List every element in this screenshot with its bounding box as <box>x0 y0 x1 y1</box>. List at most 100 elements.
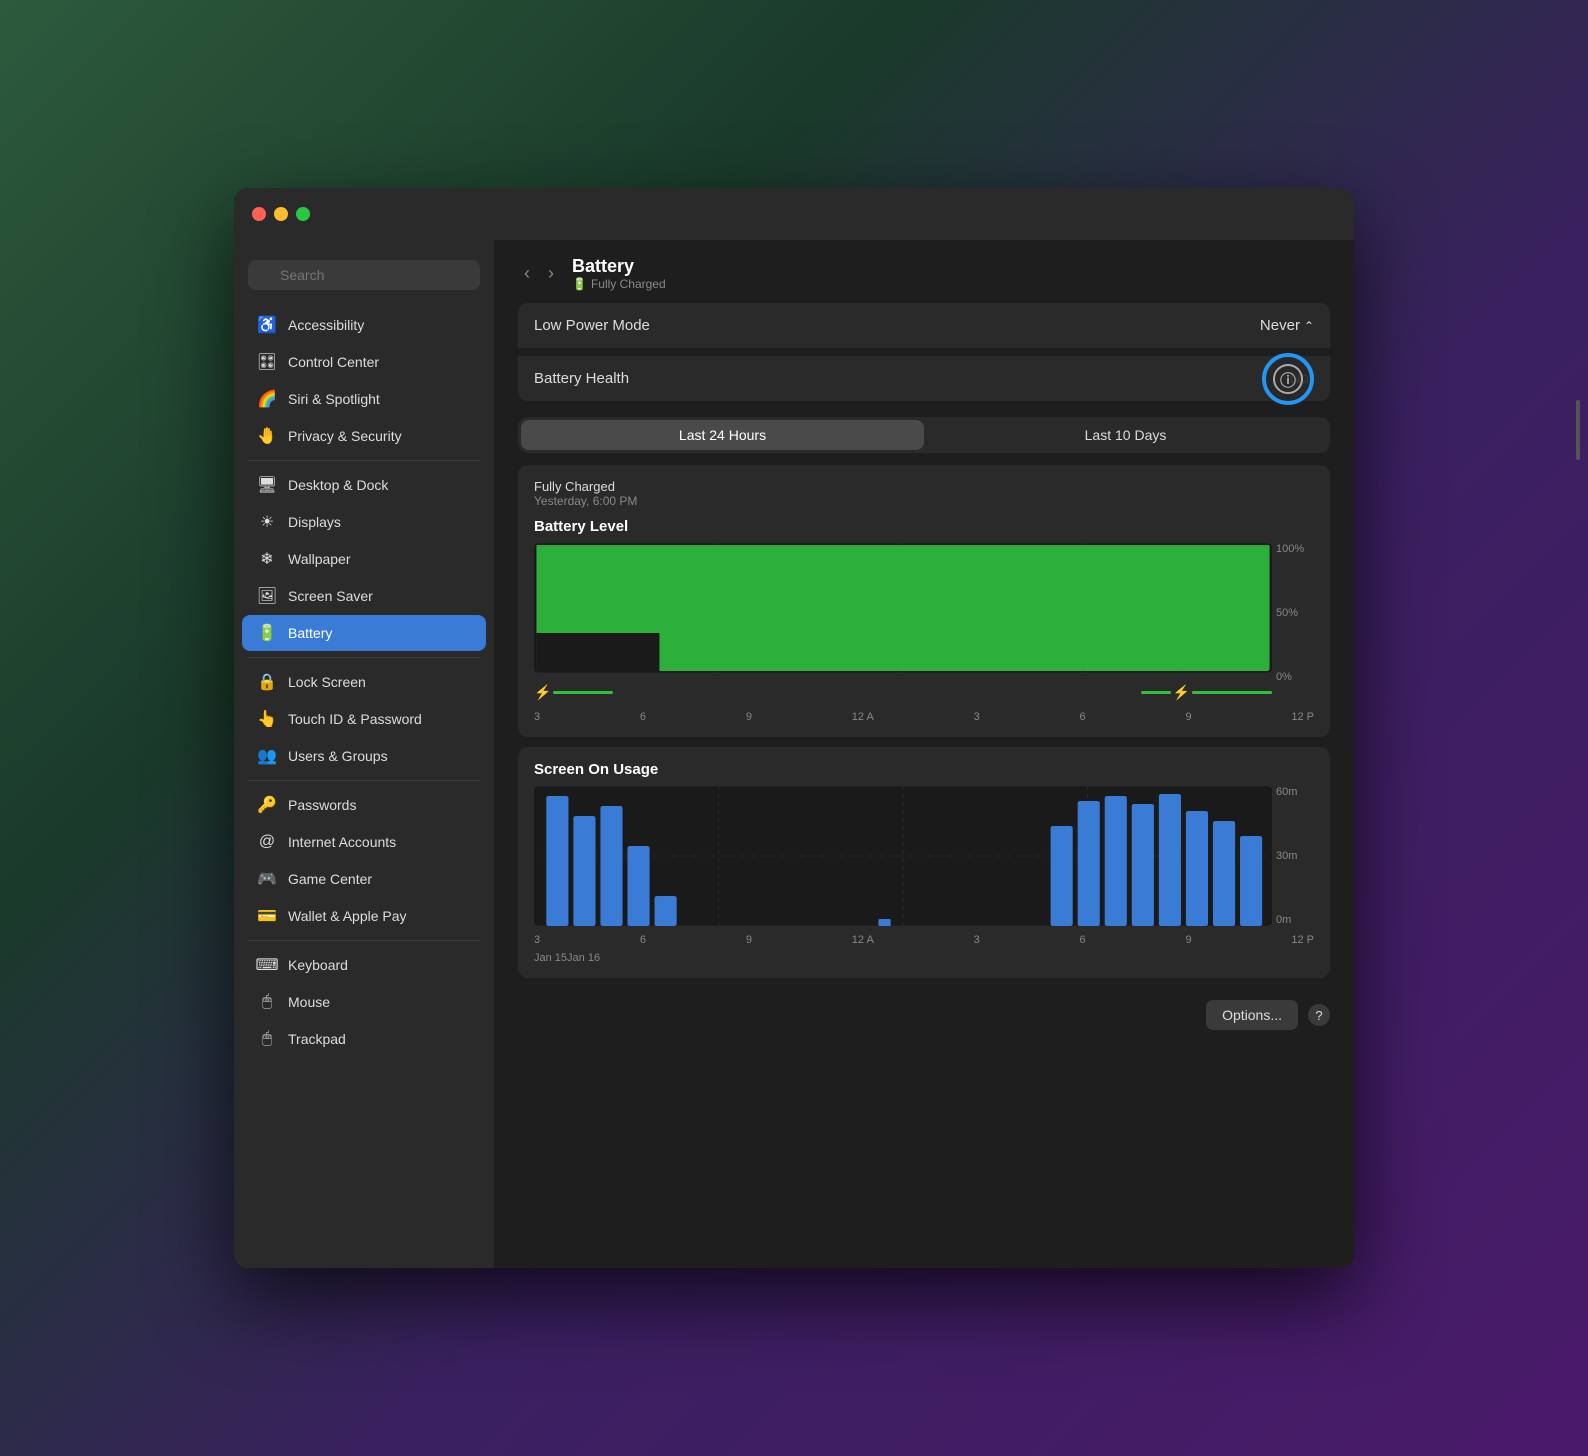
sidebar-item-internet-accounts[interactable]: @Internet Accounts <box>242 824 486 860</box>
sidebar-item-keyboard[interactable]: ⌨ Keyboard <box>242 947 486 983</box>
chevron-up-icon: ⌃ <box>1304 319 1314 333</box>
search-input[interactable] <box>248 260 480 290</box>
tab-last-24-hours[interactable]: Last 24 Hours <box>521 420 924 450</box>
maximize-button[interactable] <box>296 207 310 221</box>
sidebar-label-users-groups: Users & Groups <box>288 748 388 764</box>
sidebar-label-keyboard: Keyboard <box>288 957 348 973</box>
battery-y-labels: 100% 50% 0% <box>1276 543 1314 683</box>
sidebar-divider-after-wallet-pay <box>248 940 480 941</box>
screen-saver-icon: 🖼 <box>256 585 278 607</box>
charge-info-title: Fully Charged <box>534 479 1314 494</box>
close-button[interactable] <box>252 207 266 221</box>
sidebar-item-passwords[interactable]: 🔑Passwords <box>242 787 486 823</box>
users-groups-icon: 👥 <box>256 745 278 767</box>
help-button[interactable]: ? <box>1308 1004 1330 1026</box>
battery-level-chart-title: Battery Level <box>534 518 1314 535</box>
sidebar-item-trackpad[interactable]: 🖱 Trackpad <box>242 1021 486 1057</box>
screen-x-6a: 6 <box>640 934 646 946</box>
sidebar-item-game-center[interactable]: 🎮Game Center <box>242 861 486 897</box>
battery-health-label: Battery Health <box>534 370 629 387</box>
battery-x-9a: 9 <box>746 711 752 723</box>
sidebar-item-battery[interactable]: 🔋Battery <box>242 615 486 651</box>
battery-level-chart-section: Fully Charged Yesterday, 6:00 PM Battery… <box>518 465 1330 737</box>
low-power-mode-value-text: Never <box>1260 317 1300 334</box>
sidebar-item-wallpaper[interactable]: ❄Wallpaper <box>242 541 486 577</box>
charging-indicators: ⚡ ⚡ <box>534 684 1272 701</box>
battery-y-50: 50% <box>1276 607 1314 619</box>
battery-x-3a: 3 <box>534 711 540 723</box>
game-center-icon: 🎮 <box>256 868 278 890</box>
touch-id-icon: 👆 <box>256 708 278 730</box>
wallet-pay-icon: 💳 <box>256 905 278 927</box>
sidebar-label-touch-id: Touch ID & Password <box>288 711 422 727</box>
siri-spotlight-icon: 🌈 <box>256 388 278 410</box>
sidebar-item-lock-screen[interactable]: 🔒Lock Screen <box>242 664 486 700</box>
sidebar-label-displays: Displays <box>288 514 341 530</box>
battery-status-text: Fully Charged <box>591 277 666 291</box>
sidebar-item-users-groups[interactable]: 👥 Users & Groups <box>242 738 486 774</box>
battery-chart-svg <box>534 543 1272 683</box>
sidebar-item-mouse[interactable]: 🖱Mouse <box>242 984 486 1020</box>
sidebar-label-screen-saver: Screen Saver <box>288 588 373 604</box>
tab-last-10-days[interactable]: Last 10 Days <box>924 420 1327 450</box>
forward-button[interactable]: › <box>542 261 560 286</box>
sidebar-label-accessibility: Accessibility <box>288 317 364 333</box>
battery-x-12p: 12 P <box>1291 711 1314 723</box>
battery-chart-area: ⚡ ⚡ <box>534 543 1272 683</box>
battery-x-3p: 3 <box>974 711 980 723</box>
info-icon: ⓘ <box>1273 364 1303 394</box>
trackpad-icon: 🖱 <box>256 1028 278 1050</box>
tabs-container: Last 24 Hours Last 10 Days <box>518 417 1330 453</box>
sidebar-items-container: ♿ Accessibility 🎛Control Center🌈Siri & Spo… <box>234 306 494 1058</box>
page-subtitle: 🔋 Fully Charged <box>572 277 666 291</box>
sidebar-label-trackpad: Trackpad <box>288 1031 346 1047</box>
screen-usage-chart-title: Screen On Usage <box>534 761 1314 778</box>
main-header: ‹ › Battery 🔋 Fully Charged <box>494 240 1354 303</box>
privacy-security-icon: 🤚 <box>256 425 278 447</box>
sidebar-label-internet-accounts: Internet Accounts <box>288 834 396 850</box>
sidebar-divider-after-users-groups <box>248 780 480 781</box>
sidebar-item-wallet-pay[interactable]: 💳Wallet & Apple Pay <box>242 898 486 934</box>
battery-y-0: 0% <box>1276 671 1314 683</box>
sidebar-item-accessibility[interactable]: ♿ Accessibility <box>242 307 486 343</box>
search-container: 🔍 <box>234 252 494 306</box>
sidebar-item-control-center[interactable]: 🎛Control Center <box>242 344 486 380</box>
sidebar-item-desktop-dock[interactable]: 🖥Desktop & Dock <box>242 467 486 503</box>
content-area: 🔍 ♿ Accessibility 🎛Control Center🌈Siri & S… <box>234 240 1354 1268</box>
screen-y-30m: 30m <box>1276 850 1314 862</box>
sidebar-item-touch-id[interactable]: 👆 Touch ID & Password <box>242 701 486 737</box>
low-power-mode-value[interactable]: Never ⌃ <box>1260 317 1314 334</box>
sidebar-divider-after-privacy-security <box>248 460 480 461</box>
options-button[interactable]: Options... <box>1206 1000 1298 1030</box>
sidebar-item-privacy-security[interactable]: 🤚 Privacy & Security <box>242 418 486 454</box>
sidebar-item-screen-saver[interactable]: 🖼 Screen Saver <box>242 578 486 614</box>
charging-bar-mid <box>1141 691 1171 694</box>
screen-usage-svg <box>534 786 1272 926</box>
accessibility-icon: ♿ <box>256 314 278 336</box>
sidebar-label-wallpaper: Wallpaper <box>288 551 351 567</box>
date-label-jan15: Jan 15 <box>534 952 567 964</box>
sidebar-item-displays[interactable]: ☀Displays <box>242 504 486 540</box>
charge-info-subtitle: Yesterday, 6:00 PM <box>534 494 1314 508</box>
sidebar-label-privacy-security: Privacy & Security <box>288 428 402 444</box>
keyboard-icon: ⌨ <box>256 954 278 976</box>
screen-usage-chart-area <box>534 786 1272 926</box>
screen-usage-chart-section: Screen On Usage <box>518 747 1330 978</box>
sidebar-item-siri-spotlight[interactable]: 🌈Siri & Spotlight <box>242 381 486 417</box>
back-button[interactable]: ‹ <box>518 261 536 286</box>
date-label-jan16: Jan 16 <box>567 952 600 964</box>
charging-icon-left: ⚡ <box>534 684 551 701</box>
low-power-mode-row: Low Power Mode Never ⌃ <box>518 303 1330 348</box>
bottom-bar: Options... ? <box>518 988 1330 1030</box>
battery-x-6a: 6 <box>640 711 646 723</box>
battery-chart-container: ⚡ ⚡ 100% 50% 0% <box>534 543 1314 683</box>
sidebar-divider-after-battery <box>248 657 480 658</box>
info-button[interactable]: ⓘ <box>1262 353 1314 405</box>
screen-y-0m: 0m <box>1276 914 1314 926</box>
screen-y-60m: 60m <box>1276 786 1314 798</box>
header-title-block: Battery 🔋 Fully Charged <box>572 256 666 291</box>
minimize-button[interactable] <box>274 207 288 221</box>
lock-screen-icon: 🔒 <box>256 671 278 693</box>
screen-x-9p: 9 <box>1185 934 1191 946</box>
search-wrapper: 🔍 <box>248 260 480 290</box>
